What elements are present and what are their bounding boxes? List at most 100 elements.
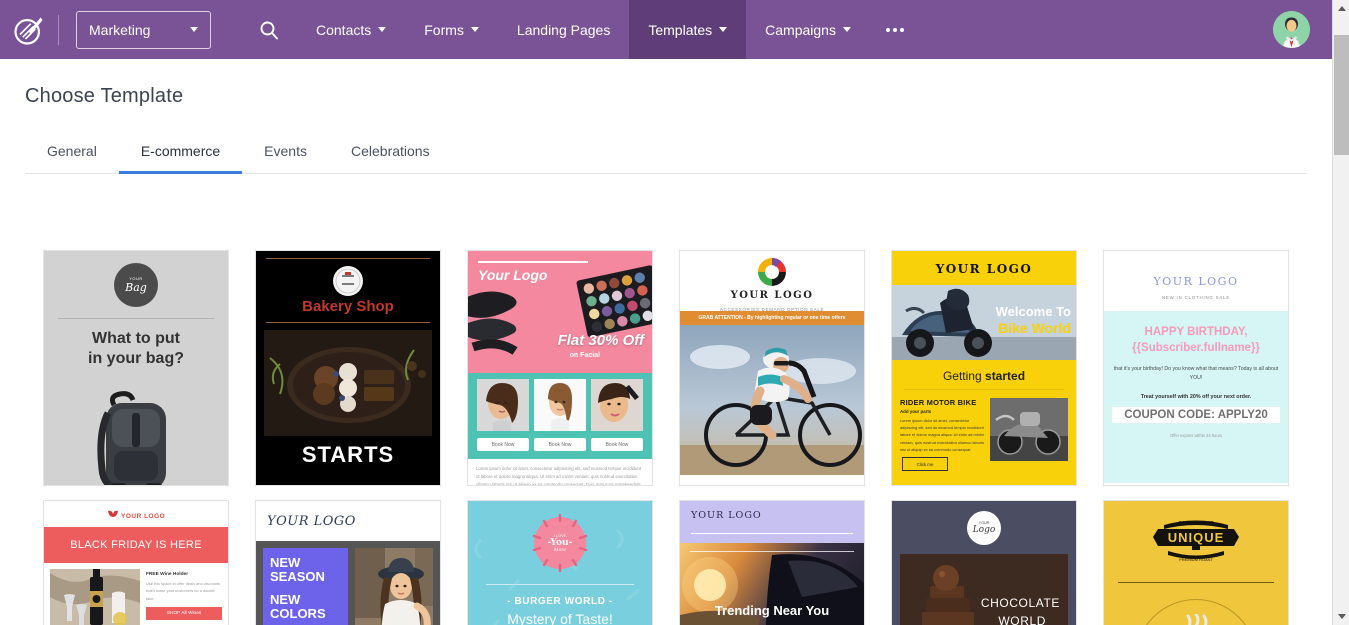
motorbike-rider-photo: Welcome To Bike World <box>892 285 1076 360</box>
shop-all-wines-button[interactable]: SHOP All Wines <box>146 607 222 620</box>
template-banner: GRAB ATTENTION - By highlighting regular… <box>680 311 864 325</box>
nav-item-landing-pages[interactable]: Landing Pages <box>498 0 629 59</box>
nav-item-contacts[interactable]: Contacts <box>297 0 405 59</box>
template-brand: Bike World <box>998 320 1071 336</box>
tab-e-commerce[interactable]: E-commerce <box>119 133 242 174</box>
more-horizontal-icon <box>900 28 904 32</box>
heading-word-3: NEW <box>270 592 300 607</box>
app-logo[interactable] <box>0 0 58 59</box>
tab-general[interactable]: General <box>25 133 119 174</box>
template-body-text: Lorem ipsum dolor sit amet, consectetur … <box>468 459 652 486</box>
template-logo: YOUR Bag <box>114 263 158 307</box>
divider <box>1118 582 1274 583</box>
heading-word-1: NEW <box>270 555 300 570</box>
divider <box>266 258 430 259</box>
nav-item-label: Forms <box>424 22 464 38</box>
template-expiry-note: Offer expires within 24 hours <box>1112 433 1280 438</box>
colorful-ring-logo-icon <box>757 257 787 287</box>
model-photo-1 <box>477 379 529 431</box>
scroll-up-arrow-icon <box>1338 6 1346 11</box>
template-header: YOUR LOGO ACCESSORIES DEMAND OPTION SALE <box>680 251 864 311</box>
template-card-unique-coffee[interactable]: SINCE 1982 EST UNIQUE PREMIUM ROAST <box>1103 500 1289 625</box>
template-seal-logo: I LOVE -You- More <box>534 517 586 569</box>
getting-text: Getting <box>943 369 982 383</box>
template-section-label: Getting started <box>892 360 1076 389</box>
template-card-black-friday-wine[interactable]: YOUR LOGO BLACK FRIDAY IS HERE <box>43 500 229 625</box>
template-card-trending-near-you[interactable]: YOUR LOGO <box>679 500 865 625</box>
template-title-line-1: CHOCOLATE <box>981 596 1060 610</box>
template-card-cycle-store[interactable]: YOUR LOGO ACCESSORIES DEMAND OPTION SALE… <box>679 250 865 486</box>
template-body: HAPPY BIRTHDAY, {{Subscriber.fullname}} … <box>1104 311 1288 483</box>
chevron-down-icon <box>719 27 727 32</box>
template-offer-sub: on Facial <box>570 352 600 359</box>
face-gallery <box>474 379 646 431</box>
book-now-button-1[interactable]: Book Now <box>477 438 529 451</box>
vertical-scrollbar[interactable] <box>1332 0 1349 625</box>
more-menu-button[interactable] <box>870 0 920 59</box>
scroll-up-button[interactable] <box>1333 0 1349 17</box>
chevron-down-icon <box>190 27 198 32</box>
template-sub-title: FREE Wine Holder <box>146 572 222 577</box>
template-card-burger-world[interactable]: I LOVE -You- More - BURGER WORLD - Myste… <box>467 500 653 625</box>
template-card-bike-world[interactable]: YOUR LOGO Welcome To Bike World <box>891 250 1077 486</box>
divider-top <box>690 551 854 552</box>
book-now-button-3[interactable]: Book Now <box>591 438 643 451</box>
chevron-down-icon <box>378 27 386 32</box>
template-card-chocolate-world[interactable]: YOUR Logo <box>891 500 1077 625</box>
template-brand: Bakery Shop <box>256 298 440 315</box>
user-avatar-icon <box>1273 11 1310 48</box>
nav-item-forms[interactable]: Forms <box>405 0 498 59</box>
template-card-new-season-new-colors[interactable]: YOUR LOGO NEW SEASON NEW COLORS We are c… <box>255 500 441 625</box>
template-logo: YOUR LOGO <box>892 251 1076 285</box>
template-card-flat-30-off-facial[interactable]: Your Logo Flat 30% Off on Facial <box>467 250 653 486</box>
svg-text:SINCE 1982 EST: SINCE 1982 EST <box>1178 520 1213 525</box>
nav-item-campaigns[interactable]: Campaigns <box>746 0 870 59</box>
sunset-road-car-photo: Trending Near You <box>680 543 864 625</box>
template-body-text: that it's your birthday! Do you know wha… <box>1112 365 1280 384</box>
template-card-what-to-put-in-your-bag[interactable]: YOUR Bag What to put in your bag? <box>43 250 229 486</box>
more-horizontal-icon <box>886 28 890 32</box>
heading-word-2: SEASON <box>270 569 325 584</box>
template-section-text: Lorem ipsum dolor sit amet, consectetur … <box>900 417 984 453</box>
scroll-down-button[interactable] <box>1333 608 1349 625</box>
tab-events[interactable]: Events <box>242 133 329 174</box>
template-sub-text: Use this space to offer deals and discou… <box>146 580 222 602</box>
model-photo-2 <box>534 379 586 431</box>
model-photo-3 <box>591 379 643 431</box>
unique-badge-icon: SINCE 1982 EST UNIQUE PREMIUM ROAST <box>1150 515 1242 563</box>
heading-line-1: What to put <box>92 330 180 347</box>
template-header: YOUR LOGO <box>680 501 864 543</box>
logo-main-text: Bag <box>125 281 147 294</box>
click-me-button[interactable]: Click me <box>902 457 948 471</box>
template-card-bakery-shop[interactable]: Bakery Shop <box>255 250 441 486</box>
more-horizontal-icon <box>893 28 897 32</box>
nav-item-templates[interactable]: Templates <box>629 0 746 59</box>
vertical-scroll-thumb[interactable] <box>1334 35 1349 155</box>
template-logo: Your Logo <box>478 267 547 283</box>
divider <box>478 261 588 263</box>
primary-nav-items: Contacts Forms Landing Pages Templates C… <box>297 0 920 59</box>
heading-line-2: NEW COLORS <box>270 593 341 621</box>
book-now-button-2[interactable]: Book Now <box>534 438 586 451</box>
tab-celebrations[interactable]: Celebrations <box>329 133 452 174</box>
template-section-sub: Add your parts <box>900 409 984 414</box>
category-tabs: General E-commerce Events Celebrations <box>25 133 1307 174</box>
template-offer: Flat 30% Off <box>558 332 644 349</box>
template-text-panel: NEW SEASON NEW COLORS We are committed t… <box>263 548 348 625</box>
sunburst-icon <box>531 514 589 572</box>
template-text-column: RIDER MOTOR BIKE Add your parts Lorem ip… <box>900 398 984 471</box>
divider <box>266 322 430 323</box>
app-selector-marketing[interactable]: Marketing <box>76 11 211 49</box>
template-logo: YOUR LOGO <box>44 501 228 527</box>
search-button[interactable] <box>241 0 297 59</box>
template-card-happy-birthday-coupon[interactable]: YOUR LOGO NEW IN CLOTHING SALE HAPPY BIR… <box>1103 250 1289 486</box>
template-offer-text: Treat yourself with 20% off your next or… <box>1112 394 1280 400</box>
heading-line-1: HAPPY BIRTHDAY, <box>1145 326 1248 338</box>
template-header: YOUR LOGO <box>256 501 440 541</box>
avatar[interactable] <box>1273 11 1310 48</box>
template-logo: SINCE 1982 EST UNIQUE PREMIUM ROAST <box>1104 515 1288 568</box>
woman-in-hat-photo <box>355 548 433 625</box>
chocolate-stack-photo: CHOCOLATE WORLD <box>900 554 1068 625</box>
template-section-title: RIDER MOTOR BIKE <box>900 398 984 407</box>
heading-line-1: NEW SEASON <box>270 556 341 584</box>
